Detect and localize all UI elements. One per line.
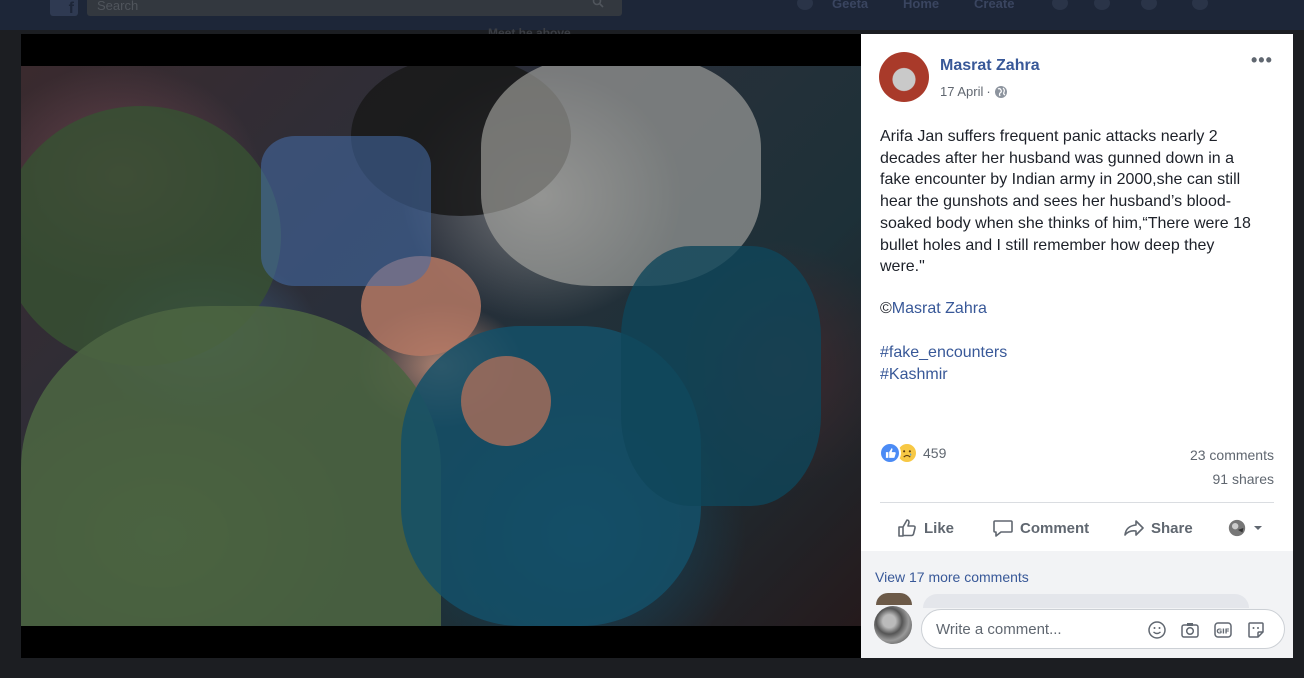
photo-viewer[interactable] — [21, 34, 861, 658]
facebook-top-bar: f Search Geeta Home Create — [0, 0, 1304, 30]
post-text-line: fake encounter by Indian army in 2000,sh… — [880, 171, 1241, 189]
copyright-symbol: © — [880, 300, 892, 317]
photo-shape-teal-scarf — [621, 246, 821, 506]
friend-requests-icon[interactable] — [1052, 0, 1068, 10]
notifications-icon[interactable] — [1141, 0, 1157, 10]
nav-home[interactable]: Home — [903, 0, 939, 11]
meta-separator: · — [986, 84, 991, 99]
view-more-comments-link[interactable]: View 17 more comments — [875, 569, 1029, 585]
comment-label: Comment — [1020, 519, 1090, 537]
post-text-line: were." — [880, 258, 925, 276]
share-button[interactable]: Share — [1123, 514, 1193, 542]
post-text-line: Arifa Jan suffers frequent panic attacks… — [880, 128, 1218, 145]
nav-profile[interactable]: Geeta — [832, 0, 868, 11]
hashtag-fake-encounters[interactable]: #fake_encounters — [880, 344, 1007, 362]
search-icon[interactable] — [592, 0, 604, 8]
author-avatar[interactable] — [879, 52, 929, 102]
post-as-selector[interactable] — [1227, 514, 1263, 542]
comment-button[interactable]: Comment — [992, 514, 1089, 542]
gif-icon[interactable]: GIF — [1213, 620, 1233, 640]
shares-count[interactable]: 91 shares — [1213, 471, 1274, 487]
reaction-count: 459 — [923, 445, 947, 461]
divider — [880, 502, 1274, 503]
profile-thumbnail-icon — [1228, 519, 1246, 537]
post-text-line: bullet holes and I still remember how de… — [880, 236, 1215, 254]
author-name[interactable]: Masrat Zahra — [940, 57, 1040, 75]
comment-placeholder: Write a comment... — [936, 621, 1062, 638]
photo-shape-pillow — [261, 136, 431, 286]
share-arrow-icon — [1124, 520, 1144, 536]
like-label: Like — [924, 519, 955, 537]
post-meta: 17 April · — [940, 84, 1008, 99]
current-user-avatar — [874, 606, 912, 644]
post-text-line: soaked body when she thinks of him,“Ther… — [880, 214, 1251, 232]
comment-bubble-icon — [993, 520, 1013, 537]
photo-shape-hand — [461, 356, 551, 446]
svg-text:GIF: GIF — [1216, 628, 1229, 636]
commenter-avatar[interactable] — [876, 593, 912, 605]
nav-create[interactable]: Create — [974, 0, 1014, 11]
write-comment-input[interactable]: Write a comment... GIF — [921, 609, 1285, 649]
help-icon[interactable] — [1192, 0, 1208, 10]
search-input[interactable]: Search — [87, 0, 622, 16]
post-text-line: hear the gunshots and sees her husband’s… — [880, 193, 1232, 211]
post-text-line: decades after her husband was gunned dow… — [880, 149, 1235, 167]
post-actions: Like Comment Share — [880, 514, 1274, 542]
like-button[interactable]: Like — [896, 514, 954, 542]
like-reaction-icon — [879, 442, 901, 464]
post-photo[interactable] — [21, 66, 861, 626]
globe-icon — [994, 85, 1007, 98]
post-panel: Masrat Zahra 17 April · ••• Arifa Jan su… — [861, 34, 1293, 658]
sticker-icon[interactable] — [1246, 620, 1266, 640]
photo-shape-green-garment — [21, 306, 441, 626]
comments-section: View 17 more comments Write a comment...… — [861, 551, 1293, 658]
credit-link[interactable]: Masrat Zahra — [892, 300, 987, 317]
share-label: Share — [1151, 519, 1193, 537]
post-date[interactable]: 17 April — [940, 84, 983, 99]
post-options-button[interactable]: ••• — [1251, 51, 1273, 70]
comment-bubble — [923, 594, 1249, 608]
facebook-logo-icon[interactable]: f — [50, 0, 78, 17]
post-body: Arifa Jan suffers frequent panic attacks… — [880, 126, 1275, 278]
search-placeholder: Search — [97, 0, 139, 13]
chevron-down-icon — [1254, 526, 1262, 530]
reactions-summary[interactable]: 459 — [879, 442, 946, 464]
thumbs-up-icon — [898, 519, 916, 537]
photo-credit: ©Masrat Zahra — [880, 300, 987, 318]
hashtag-kashmir[interactable]: #Kashmir — [880, 366, 948, 384]
emoji-icon[interactable] — [1147, 620, 1167, 640]
profile-avatar-icon[interactable] — [797, 0, 813, 10]
comments-count[interactable]: 23 comments — [1190, 447, 1274, 463]
messenger-icon[interactable] — [1094, 0, 1110, 10]
camera-icon[interactable] — [1180, 620, 1200, 640]
